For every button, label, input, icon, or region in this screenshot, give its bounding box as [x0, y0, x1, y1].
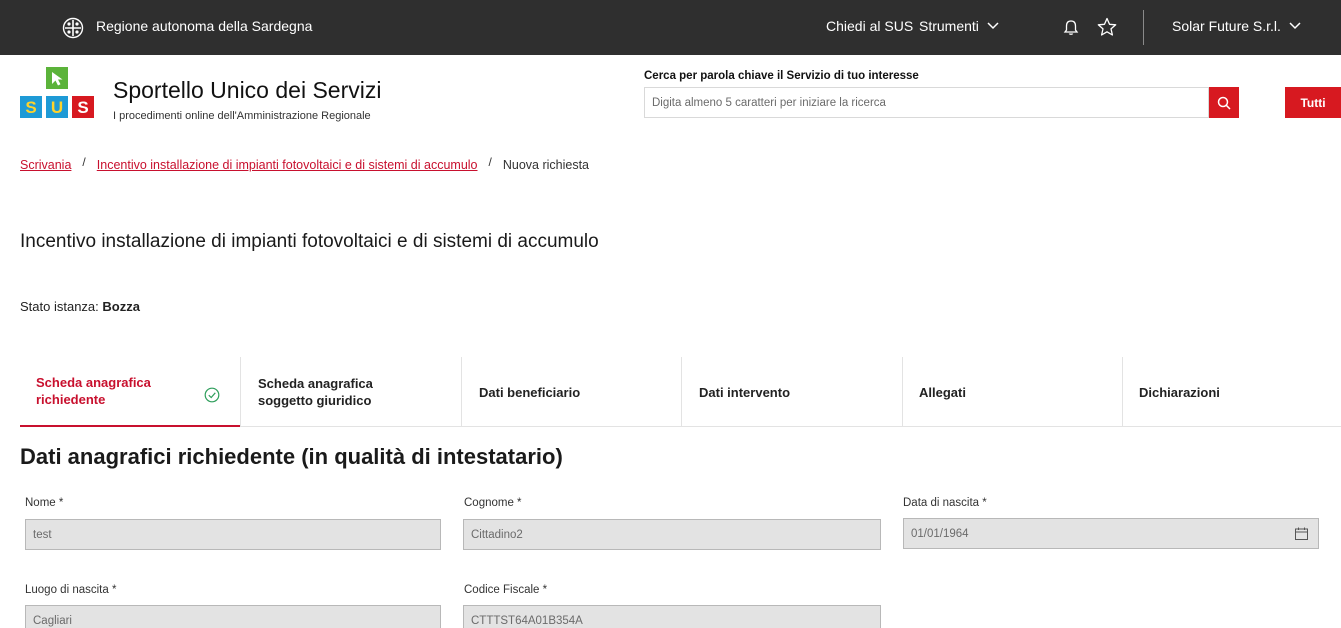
search-icon [1217, 96, 1231, 110]
tab-dati-intervento[interactable]: Dati intervento [681, 357, 902, 427]
tab-label: Allegati [919, 384, 966, 400]
company-name: Solar Future S.r.l. [1172, 18, 1281, 34]
data-nascita-label: Data di nascita * [903, 497, 987, 509]
cognome-label: Cognome * [464, 497, 522, 509]
tutti-button[interactable]: Tutti [1285, 87, 1341, 118]
sus-logo[interactable]: S U S [17, 67, 97, 121]
data-nascita-field[interactable]: 01/01/1964 [903, 518, 1319, 549]
stato-istanza: Stato istanza: Bozza [20, 299, 140, 314]
tab-dati-beneficiario[interactable]: Dati beneficiario [461, 357, 681, 427]
tab-label: Dati intervento [699, 384, 791, 400]
tab-dichiarazioni[interactable]: Dichiarazioni [1122, 357, 1341, 427]
luogo-nascita-field[interactable]: Cagliari [25, 605, 441, 628]
emblem-icon [62, 17, 84, 39]
stato-label: Stato istanza: [20, 299, 103, 314]
breadcrumb-scrivania[interactable]: Scrivania [20, 158, 71, 172]
site-title[interactable]: Sportello Unico dei Servizi [113, 77, 381, 104]
search-input[interactable] [645, 88, 1208, 117]
strumenti-label: Strumenti [919, 18, 979, 34]
chevron-down-icon [987, 22, 999, 30]
nome-field[interactable]: test [25, 519, 441, 550]
chevron-down-icon [1289, 22, 1301, 30]
tab-label: Dati beneficiario [479, 384, 581, 400]
top-bar: Regione autonoma della Sardegna Chiedi a… [0, 0, 1341, 55]
chiedi-al-sus-link[interactable]: Chiedi al SUS [826, 18, 913, 34]
tab-label: Scheda anagrafica richiedente [36, 375, 151, 407]
section-title: Dati anagrafici richiedente (in qualità … [20, 444, 563, 469]
breadcrumb-separator: / [82, 155, 86, 169]
tab-label: Scheda anagrafica soggetto giuridico [258, 376, 373, 408]
tab-scheda-richiedente[interactable]: Scheda anagrafica richiedente [20, 357, 240, 427]
company-menu[interactable]: Solar Future S.r.l. [1172, 18, 1301, 34]
codice-fiscale-label: Codice Fiscale * [464, 584, 548, 596]
site-subtitle: I procedimenti online dell'Amministrazio… [113, 110, 371, 122]
star-icon[interactable] [1096, 16, 1118, 38]
nome-label: Nome * [25, 497, 64, 509]
search-button[interactable] [1209, 87, 1239, 118]
search-label: Cerca per parola chiave il Servizio di t… [644, 70, 919, 82]
bell-icon[interactable] [1061, 18, 1081, 38]
search-box [644, 87, 1209, 118]
breadcrumb-current: Nuova richiesta [502, 158, 590, 172]
breadcrumb-incentivo[interactable]: Incentivo installazione di impianti foto… [97, 158, 478, 172]
tab-allegati[interactable]: Allegati [902, 357, 1122, 427]
calendar-icon[interactable] [1294, 526, 1309, 541]
codice-fiscale-field[interactable]: CTTTST64A01B354A [463, 605, 881, 628]
stato-value: Bozza [102, 299, 140, 314]
tab-scheda-soggetto-giuridico[interactable]: Scheda anagrafica soggetto giuridico [240, 357, 461, 427]
step-tabs: Scheda anagrafica richiedente Scheda ana… [20, 357, 1341, 427]
strumenti-menu[interactable]: Strumenti [919, 18, 999, 34]
page-title: Incentivo installazione di impianti foto… [20, 231, 599, 252]
cognome-field[interactable]: Cittadino2 [463, 519, 881, 550]
region-name[interactable]: Regione autonoma della Sardegna [96, 18, 312, 34]
logo-letter-s1: S [25, 98, 36, 117]
data-nascita-value: 01/01/1964 [911, 527, 969, 540]
tab-label: Dichiarazioni [1139, 384, 1220, 400]
luogo-nascita-label: Luogo di nascita * [25, 584, 117, 596]
logo-letter-s2: S [77, 98, 88, 117]
logo-letter-u: U [51, 98, 63, 117]
check-circle-icon [204, 387, 220, 403]
breadcrumb: Scrivania / Incentivo installazione di i… [20, 155, 590, 172]
breadcrumb-separator: / [488, 155, 492, 169]
topbar-divider [1143, 10, 1144, 45]
